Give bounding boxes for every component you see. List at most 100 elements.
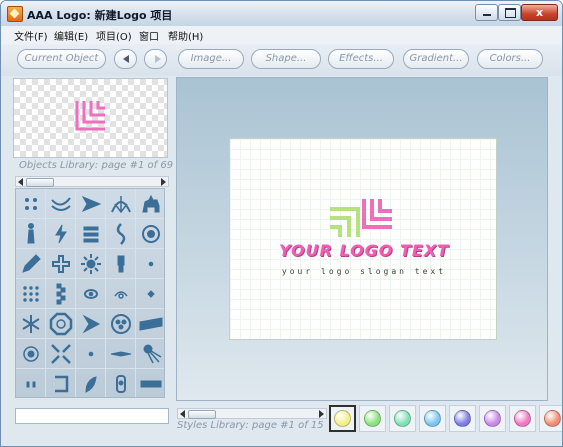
style-swatch-salmon[interactable] — [539, 405, 562, 432]
library-object-dot-grid[interactable] — [16, 279, 46, 309]
library-object-eye[interactable] — [76, 279, 106, 309]
library-object-figure[interactable] — [16, 219, 46, 249]
effects-button[interactable]: Effects... — [328, 49, 394, 69]
objects-library-label: Objects Library: page #1 of 69 — [19, 160, 174, 171]
menu-help[interactable]: 帮助(H) — [168, 28, 203, 43]
library-object-bars[interactable] — [76, 219, 106, 249]
menu-bar: 文件(F) 编辑(E) 项目(O) 窗口 帮助(H) — [1, 26, 562, 44]
library-object-flower[interactable] — [16, 339, 46, 369]
library-object-dot[interactable] — [136, 249, 164, 279]
library-object-checker[interactable] — [46, 279, 76, 309]
gradient-button[interactable]: Gradient... — [403, 49, 469, 69]
scroll-thumb[interactable] — [26, 178, 54, 187]
octagon-icon — [49, 312, 73, 336]
library-object-leaf[interactable] — [76, 369, 106, 397]
library-object-bracket[interactable] — [46, 369, 76, 397]
app-icon — [7, 6, 23, 22]
style-swatch-purple[interactable] — [479, 405, 506, 432]
style-swatch-violet[interactable] — [449, 405, 476, 432]
library-object-sun[interactable] — [76, 249, 106, 279]
styles-scrollbar[interactable] — [177, 408, 327, 419]
next-object-button[interactable] — [144, 49, 167, 69]
style-swatch-yellow[interactable] — [329, 405, 356, 432]
objects-library-grid — [15, 188, 165, 398]
colors-button[interactable]: Colors... — [477, 49, 543, 69]
library-object-flash[interactable] — [46, 219, 76, 249]
swatch-circle — [394, 410, 411, 427]
library-object-stripe-band[interactable] — [136, 309, 164, 339]
canvas-area: YOUR LOGO TEXT your logo slogan text — [176, 77, 548, 401]
logo-object-icon — [75, 101, 105, 131]
fan-icon — [111, 196, 131, 214]
checker-icon — [56, 283, 66, 305]
objects-scrollbar[interactable] — [15, 176, 169, 187]
snowflake-icon — [22, 315, 40, 333]
library-object-bracket-knot[interactable] — [46, 249, 76, 279]
arrowhead-icon — [82, 314, 101, 334]
swatch-circle — [484, 410, 501, 427]
eye-icon — [84, 289, 98, 299]
shape-button[interactable]: Shape... — [251, 49, 321, 69]
library-object-wave-lines[interactable] — [46, 189, 76, 219]
scroll-right-icon — [319, 410, 324, 418]
style-swatch-green[interactable] — [359, 405, 386, 432]
object-name-input[interactable] — [15, 408, 169, 424]
library-object-gear[interactable] — [106, 309, 136, 339]
library-object-dots[interactable] — [16, 189, 46, 219]
logo-artboard[interactable]: YOUR LOGO TEXT your logo slogan text — [229, 138, 497, 340]
title-bar: AAA Logo: 新建Logo 项目 x — [1, 1, 562, 26]
style-swatch-pink[interactable] — [509, 405, 536, 432]
library-object-knot[interactable] — [106, 279, 136, 309]
library-object-tick-marks[interactable] — [16, 369, 46, 397]
menu-edit[interactable]: 编辑(E) — [54, 28, 88, 43]
toolbar: Current Object Image... Shape... Effects… — [1, 44, 562, 76]
sun-icon — [81, 254, 101, 274]
library-object-cat[interactable] — [136, 189, 164, 219]
scroll-left-icon — [18, 178, 23, 186]
bar-icon — [140, 380, 162, 388]
flash-icon — [55, 224, 67, 244]
logo-text[interactable]: YOUR LOGO TEXT — [230, 241, 498, 260]
library-object-arrow-right[interactable] — [76, 189, 106, 219]
cat-icon — [142, 194, 160, 213]
library-object-dot[interactable] — [76, 339, 106, 369]
bracket-icon — [55, 375, 69, 393]
library-object-squid[interactable] — [136, 339, 164, 369]
menu-project[interactable]: 项目(O) — [96, 28, 132, 43]
close-icon: x — [535, 6, 544, 19]
library-object-fan[interactable] — [106, 189, 136, 219]
library-object-keyhole[interactable] — [106, 249, 136, 279]
image-button[interactable]: Image... — [178, 49, 244, 69]
close-button[interactable]: x — [521, 4, 558, 21]
circle-ring-icon — [142, 225, 160, 243]
library-object-arrowhead[interactable] — [76, 309, 106, 339]
pencil-icon — [22, 254, 41, 273]
previous-object-button[interactable] — [114, 49, 137, 69]
logo-slogan[interactable]: your logo slogan text — [230, 267, 498, 276]
bird-icon — [110, 351, 132, 357]
library-object-pencil[interactable] — [16, 249, 46, 279]
library-object-snowflake[interactable] — [16, 309, 46, 339]
flower-icon — [23, 346, 39, 362]
style-swatch-mint[interactable] — [389, 405, 416, 432]
library-object-wave[interactable] — [106, 219, 136, 249]
swatch-circle — [454, 410, 471, 427]
scroll-thumb[interactable] — [188, 410, 216, 419]
menu-file[interactable]: 文件(F) — [14, 28, 48, 43]
menu-window[interactable]: 窗口 — [139, 28, 159, 43]
maximize-button[interactable] — [498, 4, 521, 21]
library-object-burst-arrows[interactable] — [46, 339, 76, 369]
library-object-ring-tag[interactable] — [106, 369, 136, 397]
library-object-circle-ring[interactable] — [136, 219, 164, 249]
library-object-bird[interactable] — [106, 339, 136, 369]
current-object-button[interactable]: Current Object — [17, 49, 106, 69]
tick-marks-icon — [26, 381, 36, 388]
logo-symbol-icon — [330, 199, 392, 237]
library-object-diamond[interactable] — [136, 279, 164, 309]
library-object-bar[interactable] — [136, 369, 164, 397]
knot-icon — [114, 291, 128, 299]
library-object-octagon[interactable] — [46, 309, 76, 339]
current-object-preview — [13, 78, 168, 158]
minimize-button[interactable] — [475, 4, 498, 21]
style-swatch-sky[interactable] — [419, 405, 446, 432]
